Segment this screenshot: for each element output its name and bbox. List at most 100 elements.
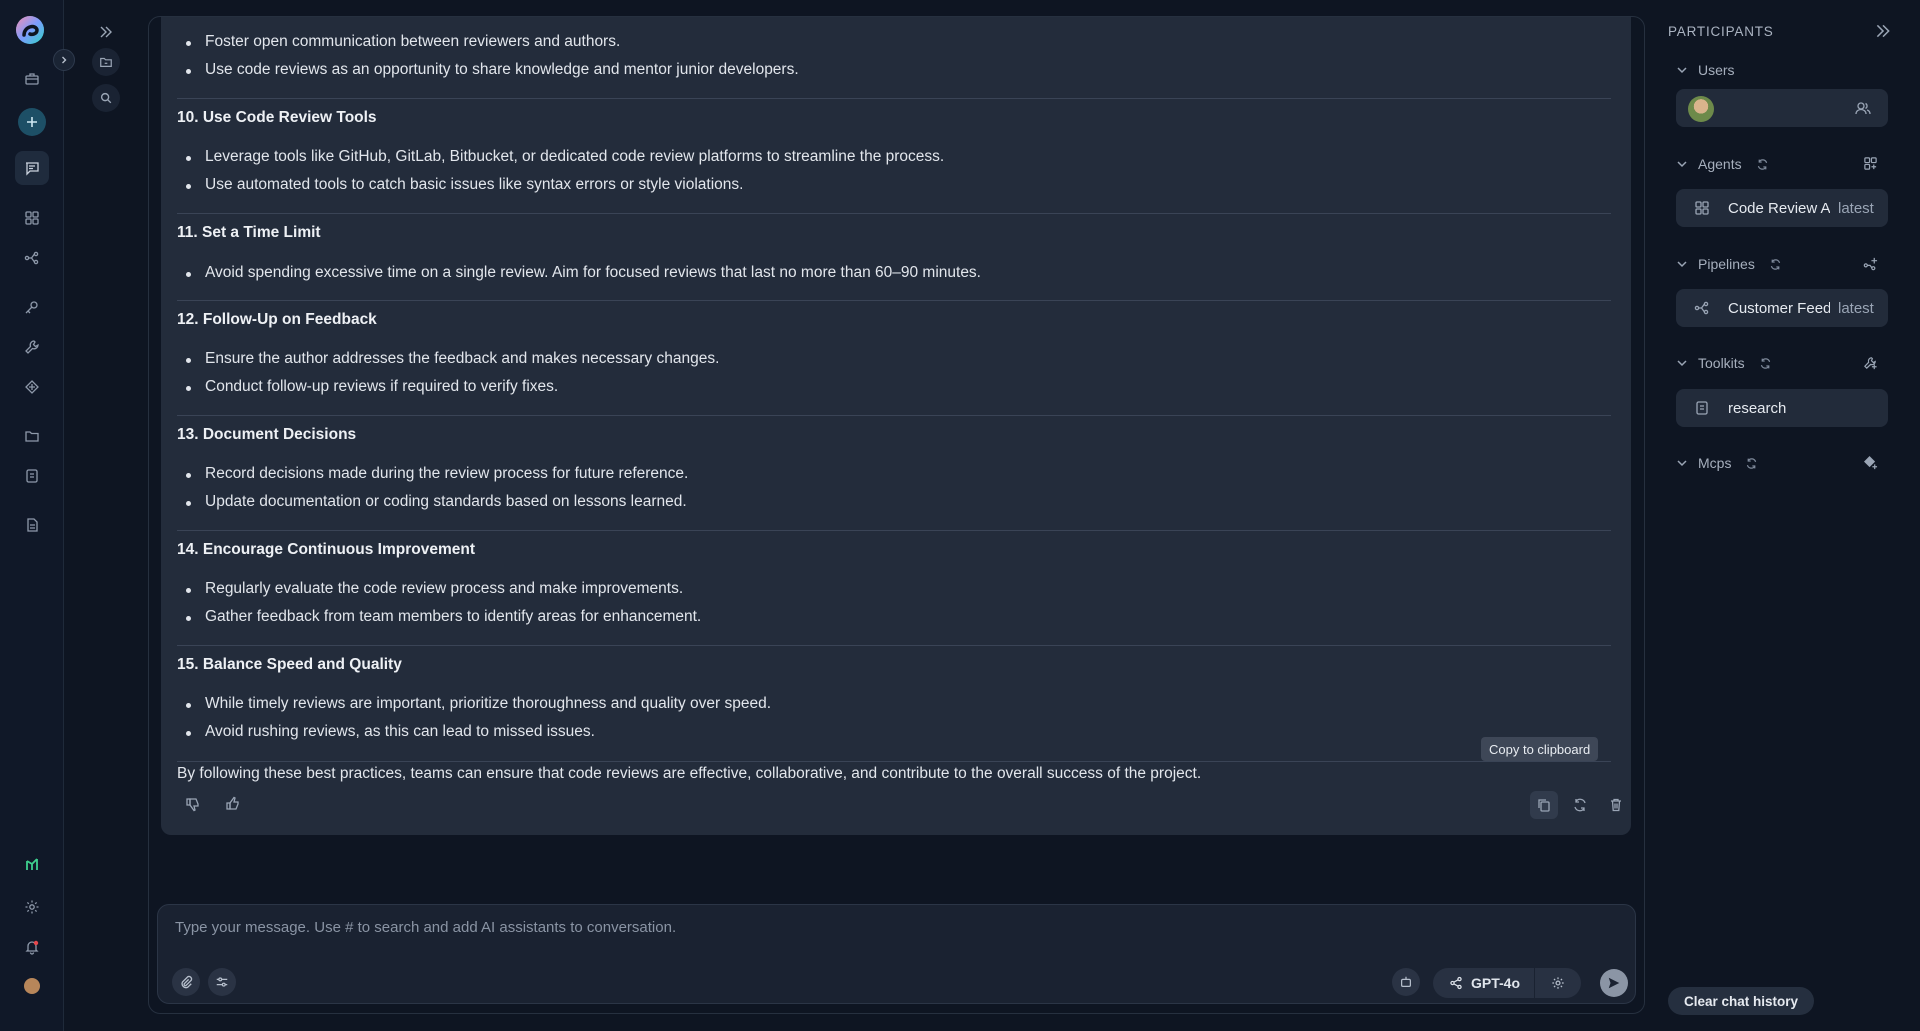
message-input[interactable]: Type your message. Use # to search and a… [175, 919, 676, 936]
participants-panel: PARTICIPANTS Users Agents Code Review As… [1660, 0, 1920, 1031]
paperclip-icon[interactable] [172, 968, 200, 996]
section-heading: 15. Balance Speed and Quality [177, 656, 402, 673]
bot-icon[interactable] [1392, 968, 1420, 996]
mcps-group-header[interactable]: Mcps [1676, 453, 1758, 473]
agent-version: latest [1838, 199, 1874, 217]
conclusion-text: By following these best practices, teams… [177, 765, 1202, 782]
wrench-icon[interactable] [15, 330, 49, 364]
toolkits-group-header[interactable]: Toolkits [1676, 353, 1772, 373]
divider [177, 415, 1611, 416]
sliders-icon[interactable] [208, 968, 236, 996]
key-icon[interactable] [15, 290, 49, 324]
list-item: Avoid spending excessive time on a singl… [186, 264, 981, 281]
divider [177, 300, 1611, 301]
section-heading: 11. Set a Time Limit [177, 224, 321, 241]
share-icon [1450, 976, 1462, 990]
panel-title: PARTICIPANTS [1668, 24, 1774, 39]
list-item: Update documentation or coding standards… [186, 493, 687, 510]
thumbs-up-icon[interactable] [219, 790, 247, 818]
chevron-down-icon [1677, 261, 1687, 268]
grid-icon[interactable] [15, 201, 49, 235]
refresh-icon [1760, 357, 1770, 369]
double-chevron-right-icon[interactable] [92, 18, 120, 46]
avatar[interactable] [24, 978, 40, 994]
agent-card[interactable]: Code Review Assistant latest [1676, 189, 1888, 227]
divider [177, 761, 1611, 762]
users-label: Users [1698, 62, 1735, 78]
section-heading: 10. Use Code Review Tools [177, 109, 377, 126]
section-heading: 14. Encourage Continuous Improvement [177, 541, 475, 558]
list-item: Avoid rushing reviews, as this can lead … [186, 723, 595, 740]
divider [177, 530, 1611, 531]
message-composer[interactable]: Type your message. Use # to search and a… [157, 904, 1636, 1004]
chat-icon[interactable] [15, 151, 49, 185]
app-logo[interactable] [15, 15, 45, 45]
user-card[interactable] [1676, 89, 1888, 127]
trash-icon[interactable] [1602, 791, 1630, 819]
mcps-label: Mcps [1698, 455, 1732, 471]
pipeline-card[interactable]: Customer Feedback latest [1676, 289, 1888, 327]
folder-icon[interactable] [92, 48, 120, 76]
list-item: Use code reviews as an opportunity to sh… [186, 61, 799, 78]
pipeline-icon[interactable] [15, 241, 49, 275]
refresh-icon [1770, 258, 1780, 270]
diamond-icon[interactable] [15, 370, 49, 404]
divider [177, 645, 1611, 646]
add-agent-icon[interactable] [1863, 156, 1878, 171]
add-mcp-icon[interactable] [1863, 455, 1878, 470]
chevron-down-icon [1677, 67, 1687, 74]
database-icon [1676, 400, 1728, 416]
regenerate-icon[interactable] [1566, 791, 1594, 819]
activity-icon[interactable] [15, 848, 49, 882]
thumbs-down-icon[interactable] [179, 790, 207, 818]
add-toolkit-icon[interactable] [1863, 355, 1878, 370]
pipeline-version: latest [1838, 299, 1874, 317]
model-selector[interactable]: GPT-4o [1433, 968, 1581, 998]
agents-group-header[interactable]: Agents [1676, 154, 1769, 174]
briefcase-icon[interactable] [15, 62, 49, 96]
list-item: Use automated tools to catch basic issue… [185, 176, 744, 193]
database-icon[interactable] [15, 459, 49, 493]
gear-icon[interactable] [15, 890, 49, 924]
pipeline-icon [1676, 300, 1728, 316]
agents-label: Agents [1698, 156, 1742, 172]
section-heading: 12. Follow-Up on Feedback [177, 311, 377, 328]
chevron-down-icon [1677, 460, 1687, 467]
divider [177, 213, 1611, 214]
refresh-icon [1747, 457, 1757, 469]
list-item: Regularly evaluate the code review proce… [185, 580, 684, 597]
document-icon[interactable] [15, 508, 49, 542]
model-name: GPT-4o [1471, 975, 1521, 991]
chevron-down-icon [1677, 161, 1687, 168]
list-item: Ensure the author addresses the feedback… [185, 350, 720, 367]
toolkit-name: research [1728, 399, 1787, 417]
bell-icon[interactable] [15, 930, 49, 964]
clear-chat-history-button[interactable]: Clear chat history [1668, 987, 1815, 1015]
copy-icon[interactable] [1530, 791, 1558, 819]
toolkit-card[interactable]: research [1676, 389, 1888, 427]
new-chat-button[interactable] [18, 108, 46, 136]
pipeline-name: Customer Feedback [1728, 299, 1830, 317]
list-item: While timely reviews are important, prio… [185, 695, 772, 712]
toolkits-label: Toolkits [1698, 355, 1745, 371]
double-chevron-right-icon[interactable] [1874, 22, 1892, 40]
section-heading: 13. Document Decisions [177, 426, 357, 443]
copy-tooltip: Copy to clipboard [1481, 737, 1599, 761]
users-icon[interactable] [1854, 99, 1872, 117]
users-group-header[interactable]: Users [1676, 60, 1735, 80]
expand-sidebar-button[interactable] [53, 49, 75, 71]
refresh-icon [1757, 158, 1767, 170]
left-rail [0, 0, 64, 1031]
chat-area: Foster open communication between review… [148, 16, 1645, 1014]
model-button[interactable]: GPT-4o [1433, 968, 1534, 998]
pipelines-group-header[interactable]: Pipelines [1676, 254, 1782, 274]
model-settings-icon[interactable] [1535, 968, 1581, 998]
divider [177, 98, 1611, 99]
list-item: Conduct follow-up reviews if required to… [185, 378, 559, 395]
grid-icon [1676, 200, 1728, 216]
add-pipeline-icon[interactable] [1863, 256, 1878, 271]
search-icon[interactable] [92, 84, 120, 112]
send-button[interactable] [1600, 969, 1628, 997]
folder-icon[interactable] [15, 419, 49, 453]
list-item: Leverage tools like GitHub, GitLab, Bitb… [185, 148, 945, 165]
